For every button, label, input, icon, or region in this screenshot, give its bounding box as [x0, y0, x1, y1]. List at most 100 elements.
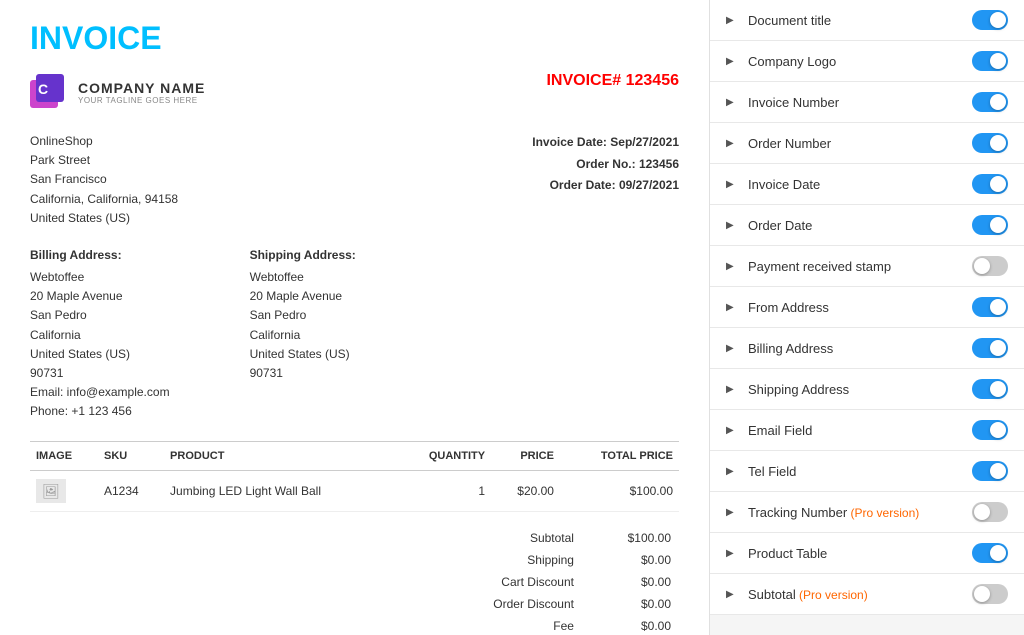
order-no-row: Order No.: 123456	[532, 154, 679, 176]
toggle-invoice-number[interactable]	[972, 92, 1008, 112]
totals-table: Subtotal $100.00 Shipping $0.00 Cart Dis…	[419, 526, 679, 635]
col-price: PRICE	[491, 442, 560, 471]
toggle-product-table[interactable]	[972, 543, 1008, 563]
company-logo: C COMPANY NAME YOUR TAGLINE GOES HERE	[30, 72, 205, 112]
toggle-document-title[interactable]	[972, 10, 1008, 30]
svg-text:C: C	[38, 81, 48, 97]
chevron-icon: ▶	[726, 343, 738, 354]
toggle-thumb	[990, 53, 1006, 69]
settings-item-subtotal-pro[interactable]: ▶ Subtotal (Pro version)	[710, 574, 1024, 615]
toggle-thumb	[990, 463, 1006, 479]
toggle-subtotal-pro[interactable]	[972, 584, 1008, 604]
chevron-icon: ▶	[726, 179, 738, 190]
col-image: IMAGE	[30, 442, 98, 471]
toggle-track	[972, 584, 1008, 604]
order-discount-row: Order Discount $0.00	[421, 594, 677, 614]
cell-sku: A1234	[98, 471, 164, 512]
toggle-thumb	[990, 135, 1006, 151]
chevron-icon: ▶	[726, 507, 738, 518]
invoice-number-display: INVOICE# 123456	[546, 72, 679, 90]
fee-row: Fee $0.00	[421, 616, 677, 635]
settings-item-shipping-address[interactable]: ▶ Shipping Address	[710, 369, 1024, 410]
invoice-meta: OnlineShop Park Street San Francisco Cal…	[30, 132, 679, 228]
chevron-icon: ▶	[726, 261, 738, 272]
toggle-track	[972, 51, 1008, 71]
toggle-order-date[interactable]	[972, 215, 1008, 235]
settings-label: Invoice Date	[748, 177, 962, 192]
cell-price: $20.00	[491, 471, 560, 512]
invoice-date-row: Invoice Date: Sep/27/2021	[532, 132, 679, 154]
toggle-thumb	[990, 299, 1006, 315]
settings-label: Document title	[748, 13, 962, 28]
settings-label: Tracking Number (Pro version)	[748, 505, 962, 520]
toggle-track	[972, 10, 1008, 30]
invoice-dates: Invoice Date: Sep/27/2021 Order No.: 123…	[532, 132, 679, 228]
settings-item-tel-field[interactable]: ▶ Tel Field	[710, 451, 1024, 492]
settings-label: Shipping Address	[748, 382, 962, 397]
settings-item-company-logo[interactable]: ▶ Company Logo	[710, 41, 1024, 82]
settings-item-invoice-number[interactable]: ▶ Invoice Number	[710, 82, 1024, 123]
settings-item-order-number[interactable]: ▶ Order Number	[710, 123, 1024, 164]
company-name: COMPANY NAME	[78, 80, 205, 96]
settings-item-from-address[interactable]: ▶ From Address	[710, 287, 1024, 328]
cell-image: 🖼	[30, 471, 98, 512]
toggle-shipping-address[interactable]	[972, 379, 1008, 399]
image-placeholder: 🖼	[36, 479, 66, 503]
toggle-billing-address[interactable]	[972, 338, 1008, 358]
settings-item-product-table[interactable]: ▶ Product Table	[710, 533, 1024, 574]
toggle-thumb	[974, 504, 990, 520]
settings-label: Subtotal (Pro version)	[748, 587, 962, 602]
chevron-icon: ▶	[726, 138, 738, 149]
chevron-icon: ▶	[726, 97, 738, 108]
toggle-payment-received-stamp[interactable]	[972, 256, 1008, 276]
invoice-title: INVOICE	[30, 20, 679, 57]
toggle-invoice-date[interactable]	[972, 174, 1008, 194]
settings-item-payment-received-stamp[interactable]: ▶ Payment received stamp	[710, 246, 1024, 287]
order-date-row: Order Date: 09/27/2021	[532, 175, 679, 197]
settings-panel: ▶ Document title ▶ Company Logo ▶ Invoic…	[710, 0, 1024, 635]
toggle-thumb	[990, 340, 1006, 356]
toggle-email-field[interactable]	[972, 420, 1008, 440]
settings-item-document-title[interactable]: ▶ Document title	[710, 0, 1024, 41]
chevron-icon: ▶	[726, 15, 738, 26]
from-address: OnlineShop Park Street San Francisco Cal…	[30, 132, 178, 228]
toggle-track	[972, 502, 1008, 522]
toggle-track	[972, 461, 1008, 481]
invoice-panel: INVOICE C COMPANY NAME YOUR TAGLINE GOES…	[0, 0, 710, 635]
toggle-thumb	[974, 586, 990, 602]
toggle-track	[972, 174, 1008, 194]
chevron-icon: ▶	[726, 56, 738, 67]
settings-label: Payment received stamp	[748, 259, 962, 274]
settings-item-order-date[interactable]: ▶ Order Date	[710, 205, 1024, 246]
col-total-price: TOTAL PRICE	[560, 442, 679, 471]
toggle-tel-field[interactable]	[972, 461, 1008, 481]
col-quantity: QUANTITY	[395, 442, 492, 471]
toggle-company-logo[interactable]	[972, 51, 1008, 71]
toggle-thumb	[990, 94, 1006, 110]
pro-badge: (Pro version)	[796, 588, 868, 602]
settings-label: Company Logo	[748, 54, 962, 69]
toggle-thumb	[974, 258, 990, 274]
totals-section: Subtotal $100.00 Shipping $0.00 Cart Dis…	[30, 522, 679, 635]
settings-label: Billing Address	[748, 341, 962, 356]
col-sku: SKU	[98, 442, 164, 471]
chevron-icon: ▶	[726, 425, 738, 436]
product-table: IMAGE SKU PRODUCT QUANTITY PRICE TOTAL P…	[30, 441, 679, 512]
toggle-tracking-number[interactable]	[972, 502, 1008, 522]
settings-item-email-field[interactable]: ▶ Email Field	[710, 410, 1024, 451]
toggle-track	[972, 297, 1008, 317]
toggle-thumb	[990, 12, 1006, 28]
chevron-icon: ▶	[726, 548, 738, 559]
settings-item-invoice-date[interactable]: ▶ Invoice Date	[710, 164, 1024, 205]
toggle-track	[972, 256, 1008, 276]
toggle-track	[972, 338, 1008, 358]
chevron-icon: ▶	[726, 302, 738, 313]
settings-item-billing-address[interactable]: ▶ Billing Address	[710, 328, 1024, 369]
toggle-from-address[interactable]	[972, 297, 1008, 317]
toggle-track	[972, 379, 1008, 399]
toggle-order-number[interactable]	[972, 133, 1008, 153]
chevron-icon: ▶	[726, 589, 738, 600]
settings-item-tracking-number[interactable]: ▶ Tracking Number (Pro version)	[710, 492, 1024, 533]
settings-label: From Address	[748, 300, 962, 315]
toggle-thumb	[990, 176, 1006, 192]
